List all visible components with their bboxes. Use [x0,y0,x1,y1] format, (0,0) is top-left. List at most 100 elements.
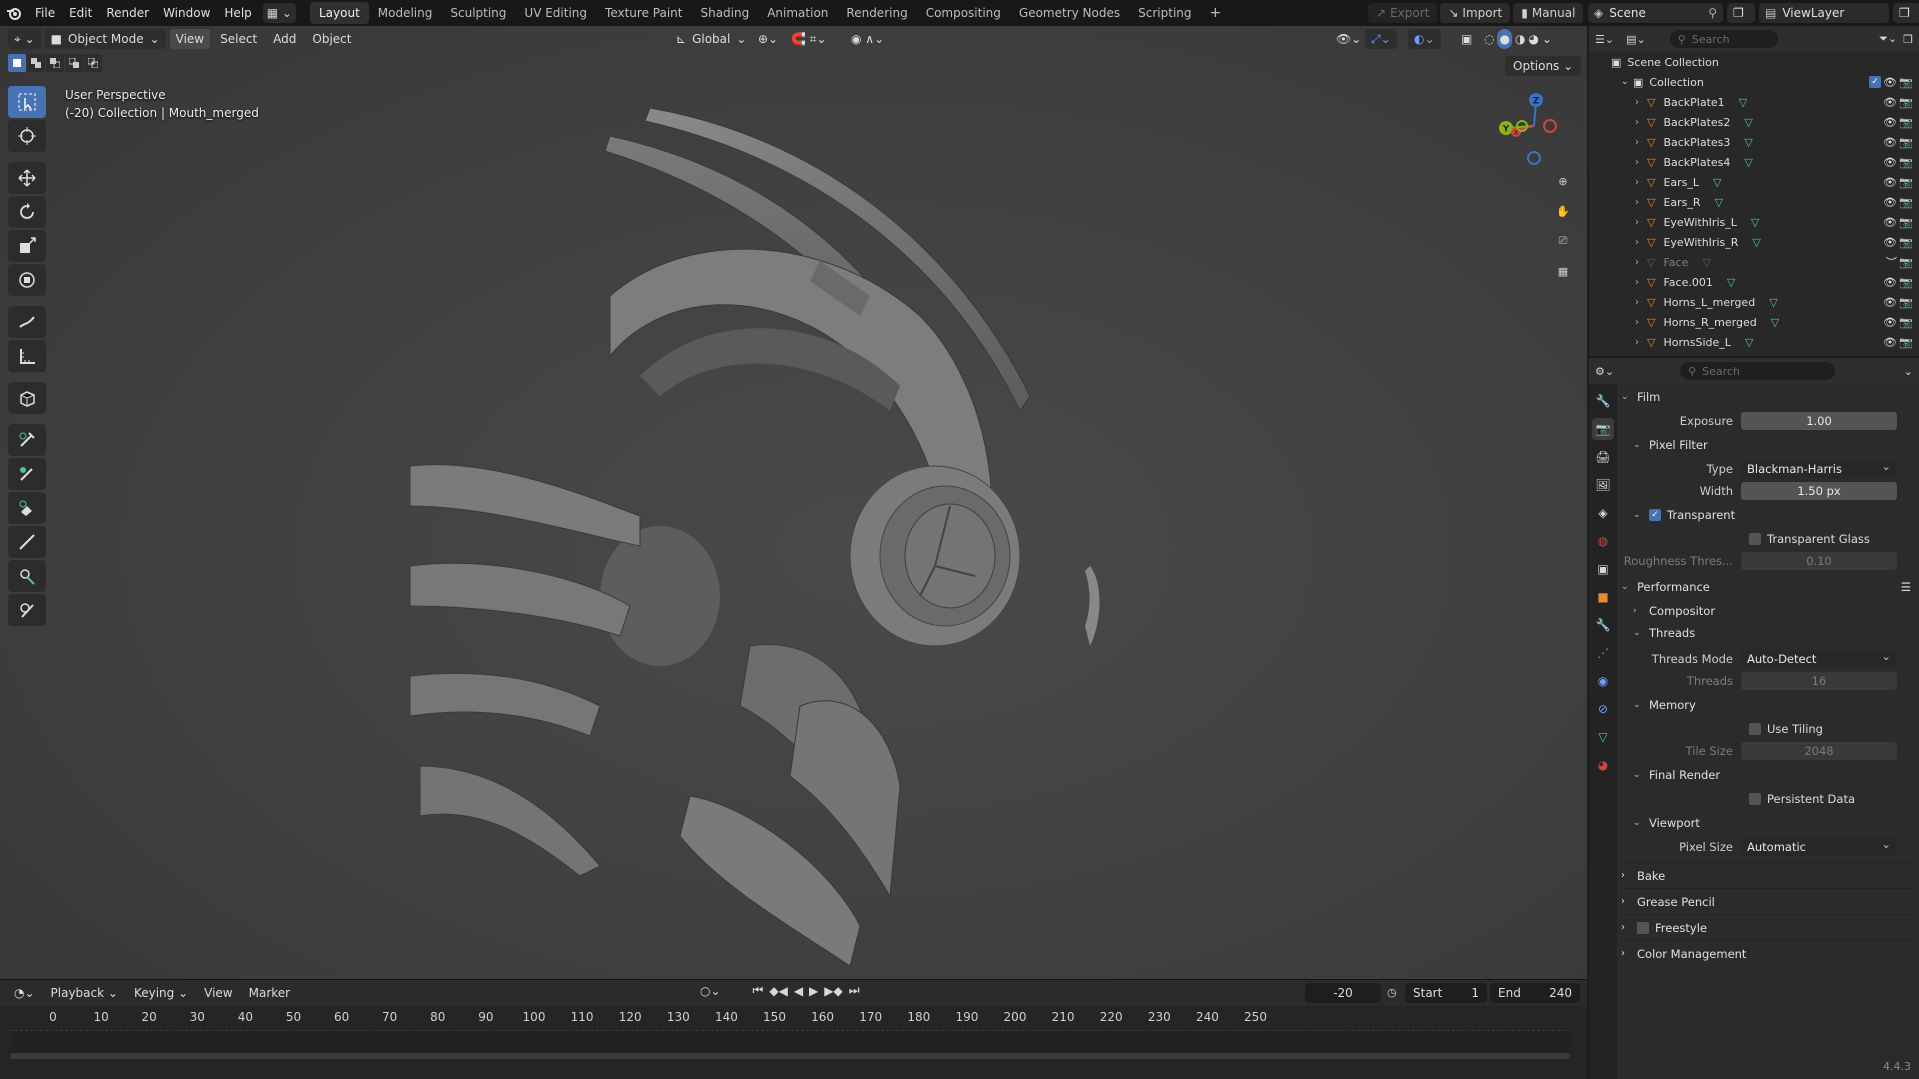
collection-tab-icon[interactable]: ▣ [1592,558,1614,580]
tab-layout[interactable]: Layout [309,2,369,24]
tool-tab-icon[interactable]: 🔧 [1592,390,1614,412]
scene-tab-icon[interactable]: ◈ [1592,502,1614,524]
eye-icon[interactable]: 👁 [1883,276,1897,289]
eye-icon[interactable]: 👁 [1883,116,1897,129]
material-shading-icon[interactable]: ◑ [1515,29,1525,49]
menu-view[interactable]: View [169,29,211,49]
tab-geometry-nodes[interactable]: Geometry Nodes [1010,2,1129,24]
viewport-subpanel[interactable]: ⌄ Viewport [1621,810,1917,836]
options-button[interactable]: Options ⌄ [1505,56,1582,76]
chevron-right-icon[interactable]: › [1635,337,1647,348]
snap-icon[interactable]: 🧲 ⌗⌄ [785,29,833,49]
select-intersect-icon[interactable] [84,54,102,72]
eye-icon[interactable]: 👁 [1883,196,1897,209]
camera-icon[interactable]: 📷 [1899,296,1913,309]
rotate-icon[interactable] [8,196,46,228]
outliner-item[interactable]: › ▽ Face.001 ▽ 👁 📷 [1589,272,1919,292]
move-icon[interactable] [8,162,46,194]
scale-icon[interactable] [8,230,46,262]
color-management-panel-header[interactable]: › Color Management [1621,940,1917,966]
chevron-right-icon[interactable]: › [1635,97,1647,108]
play-reverse-icon[interactable]: ◀ [794,984,803,998]
chevron-right-icon[interactable]: › [1635,237,1647,248]
mesh-data-icon[interactable]: ▽ [1745,336,1753,349]
timeline-ruler[interactable]: 0 10 20 30 40 50 60 70 80 90 100 110 120 130 140 150 160… [0,1010,1587,1028]
eye-icon[interactable]: 👁 [1883,136,1897,149]
end-frame-field[interactable]: End 240 [1490,983,1580,1003]
eye-icon[interactable]: 👁 [1883,76,1897,89]
tab-uv-editing[interactable]: UV Editing [515,2,596,24]
chevron-down-icon[interactable]: ⌄ [1904,365,1913,378]
mesh-data-icon[interactable]: ▽ [1744,116,1752,129]
outliner-item[interactable]: › ▽ Ears_R ▽ 👁 📷 [1589,192,1919,212]
grease-pencil-fill-icon[interactable] [8,458,46,490]
collection-row[interactable]: ⌄ ▣ Collection ✓ 👁 📷 [1589,72,1919,92]
outliner-item[interactable]: › ▽ HornsSide_L ▽ 👁 📷 [1589,332,1919,352]
perspective-toggle-icon[interactable]: ▦ [1548,258,1578,284]
menu-help[interactable]: Help [217,0,258,26]
scene-selector[interactable]: ◈ Scene ⚲ [1588,3,1723,23]
mesh-data-icon[interactable]: ▽ [1752,236,1760,249]
new-view-layer-icon[interactable]: ❐ [1893,3,1919,23]
start-frame-field[interactable]: Start 1 [1405,983,1487,1003]
scene-collection-row[interactable]: ▣ Scene Collection [1589,52,1919,72]
mesh-data-icon[interactable]: ▽ [1744,136,1752,149]
transparent-checkbox[interactable]: ✓ [1649,509,1661,521]
camera-icon[interactable]: 📷 [1899,196,1913,209]
display-mode-icon[interactable]: ▤⌄ [1626,33,1646,46]
roughness-threshold-field[interactable]: 0.10 [1741,552,1897,570]
tile-size-field[interactable]: 2048 [1741,742,1897,760]
3d-viewport[interactable]: ⌖ ⌄ ■ Object Mode ⌄ View Select Add Obje… [0,26,1587,979]
navigation-gizmo[interactable]: Z Y X [1490,88,1560,168]
tab-sculpting[interactable]: Sculpting [441,2,515,24]
grease-pencil-erase-icon[interactable] [8,492,46,524]
chevron-right-icon[interactable]: › [1635,297,1647,308]
bake-panel-header[interactable]: › Bake [1621,862,1917,888]
chevron-right-icon[interactable]: › [1635,157,1647,168]
blender-logo-icon[interactable] [0,0,28,26]
camera-icon[interactable]: 📷 [1899,216,1913,229]
tab-shading[interactable]: Shading [691,2,758,24]
tab-modeling[interactable]: Modeling [369,2,442,24]
menu-edit[interactable]: Edit [62,0,99,26]
helmet-model[interactable] [390,66,1130,979]
tab-animation[interactable]: Animation [758,2,837,24]
select-new-icon[interactable] [8,54,26,72]
camera-icon[interactable]: 📷 [1899,156,1913,169]
modifier-tab-icon[interactable]: 🔧 [1592,614,1614,636]
filter-type-select[interactable]: Blackman-Harris [1741,457,1897,478]
camera-icon[interactable]: 📷 [1899,76,1913,89]
camera-icon[interactable]: 📷 [1899,136,1913,149]
freestyle-checkbox[interactable] [1637,921,1649,934]
select-invert-icon[interactable] [65,54,83,72]
transparent-glass-checkbox[interactable] [1749,533,1761,545]
eye-icon[interactable]: 👁 [1883,236,1897,249]
export-button[interactable]: ↗ Export [1368,3,1438,23]
editor-type-button[interactable]: ⌖ ⌄ [8,29,41,49]
outliner-item[interactable]: › ▽ BackPlate1 ▽ 👁 📷 [1589,92,1919,112]
outliner-item[interactable]: › ▽ Horns_L_merged ▽ 👁 📷 [1589,292,1919,312]
current-frame-field[interactable]: -20 [1305,983,1381,1003]
output-tab-icon[interactable]: 🖨 [1592,446,1614,468]
mesh-data-icon[interactable]: ▽ [1739,96,1747,109]
new-collection-icon[interactable]: ❐ [1903,33,1913,46]
mode-selector[interactable]: ■ Object Mode ⌄ [44,29,166,49]
mesh-data-icon[interactable]: ▽ [1715,196,1723,209]
eye-icon[interactable]: 👁 [1883,316,1897,329]
menu-render[interactable]: Render [99,0,156,26]
menu-file[interactable]: File [28,0,62,26]
mesh-data-icon[interactable]: ▽ [1769,296,1777,309]
next-keyframe-icon[interactable]: ▶◆ [824,984,842,998]
properties-editor-type-icon[interactable]: ⚙⌄ [1595,365,1614,378]
mesh-data-icon[interactable]: ▽ [1744,156,1752,169]
gizmo-icon[interactable]: ⤢⌄ [1365,29,1397,49]
outliner-item[interactable]: › ▽ BackPlates3 ▽ 👁 📷 [1589,132,1919,152]
camera-icon[interactable]: 📷 [1899,276,1913,289]
tab-rendering[interactable]: Rendering [837,2,916,24]
view-layer-tab-icon[interactable]: 🖼 [1592,474,1614,496]
menu-playback[interactable]: Playback ⌄ [45,983,124,1003]
camera-icon[interactable]: 📷 [1899,236,1913,249]
pivot-icon[interactable]: ⊕⌄ [752,29,784,49]
camera-icon[interactable]: 📷 [1899,316,1913,329]
transform-icon[interactable] [8,264,46,296]
